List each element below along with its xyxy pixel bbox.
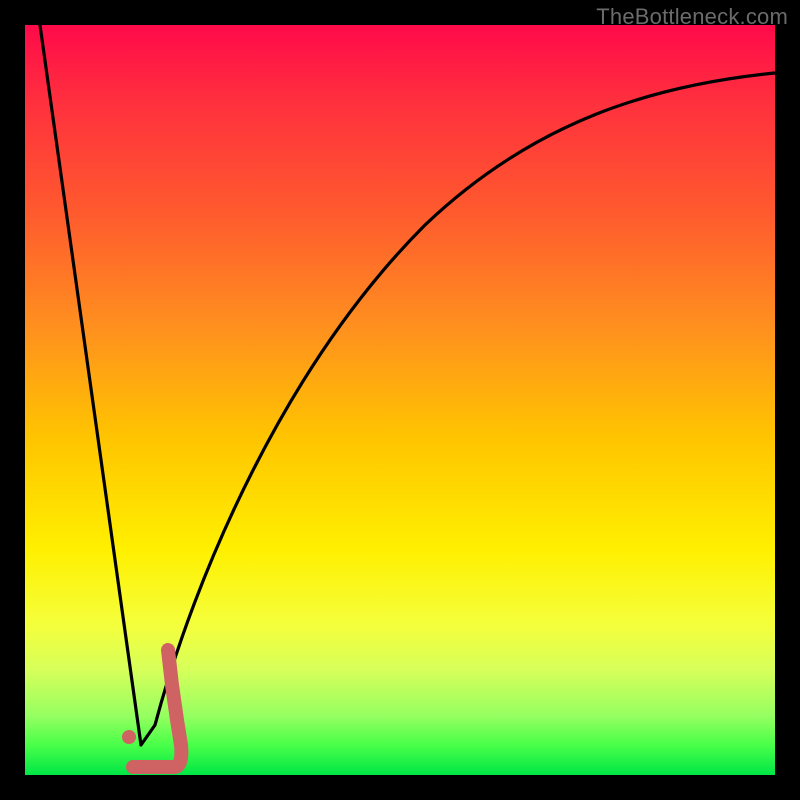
- chart-overlay: [25, 25, 775, 775]
- watermark-text: TheBottleneck.com: [596, 4, 788, 30]
- marker-dot: [122, 730, 136, 744]
- outer-frame: TheBottleneck.com: [0, 0, 800, 800]
- bottleneck-curve: [40, 25, 775, 745]
- highlight-tick-mark: [133, 650, 181, 767]
